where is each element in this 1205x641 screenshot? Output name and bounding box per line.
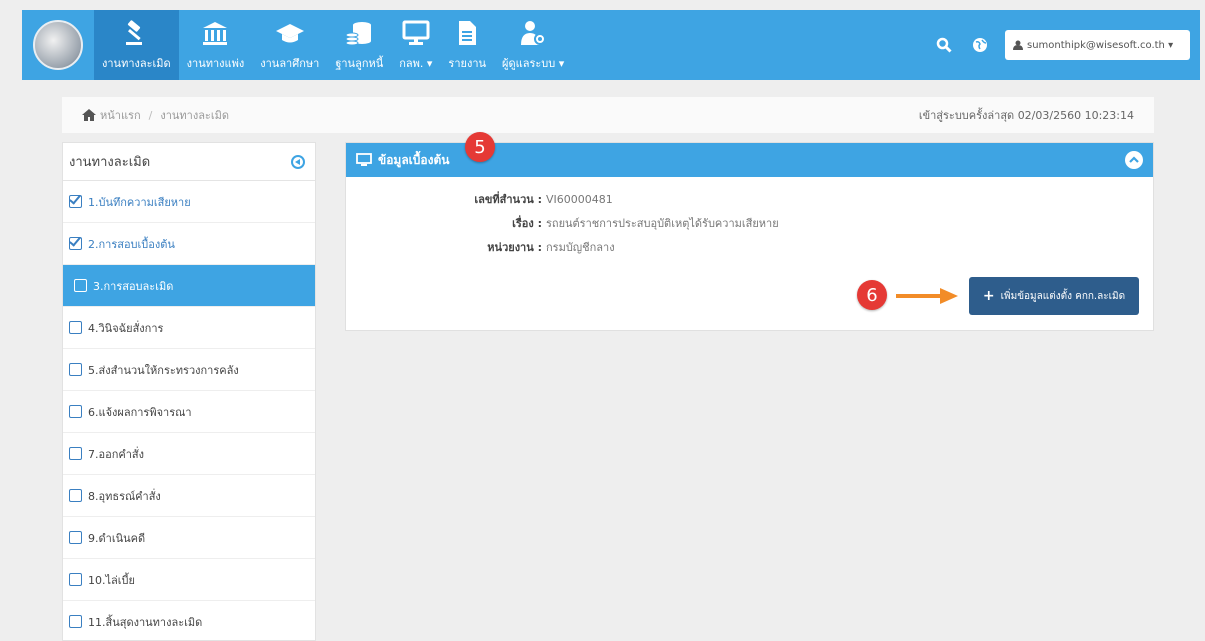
- step-5-badge: 5: [465, 132, 495, 162]
- breadcrumb-home-label: หน้าแรก: [100, 109, 141, 122]
- logo[interactable]: [22, 10, 94, 80]
- sidebar-item-step-8[interactable]: 8.อุทธรณ์คำสั่ง: [63, 475, 315, 517]
- nav-item-klp-dropdown[interactable]: กลพ. ▾: [391, 10, 440, 80]
- info-row-agency: หน่วยงาน : กรมบัญชีกลาง: [346, 235, 1153, 259]
- nav-item-debtor-base[interactable]: ฐานลูกหนี้: [327, 10, 391, 80]
- sidebar-collapse-icon[interactable]: [291, 154, 305, 169]
- nav-label: รายงาน: [448, 57, 487, 70]
- info-key: เลขที่สำนวน :: [474, 193, 542, 206]
- sidebar-item-step-4[interactable]: 4.วินิจฉัยสั่งการ: [63, 307, 315, 349]
- sidebar-item-label: 4.วินิจฉัยสั่งการ: [88, 321, 164, 335]
- user-gear-icon: [519, 18, 547, 48]
- breadcrumb-home[interactable]: หน้าแรก: [82, 106, 141, 124]
- government-seal-icon: [33, 20, 83, 70]
- info-value: VI60000481: [546, 192, 613, 206]
- last-login-text: เข้าสู่ระบบครั้งล่าสุด 02/03/2560 10:23:…: [918, 109, 1134, 122]
- database-coins-icon: [344, 18, 374, 48]
- top-navbar: งานทางละเมิด งานทางแพ่ง งานลาศึกษา ฐานลู…: [22, 10, 1200, 80]
- sidebar-item-step-1[interactable]: 1.บันทึกความเสียหาย: [63, 181, 315, 223]
- checkbox-icon: [74, 279, 87, 292]
- sidebar-item-label: 9.ดำเนินคดี: [88, 531, 146, 545]
- step-6-badge: 6: [857, 280, 887, 310]
- info-key: หน่วยงาน :: [487, 241, 542, 254]
- monitor-icon: [356, 153, 372, 166]
- sidebar-item-label: 2.การสอบเบื้องต้น: [88, 237, 175, 251]
- info-value: กรมบัญชีกลาง: [546, 241, 615, 254]
- checkbox-icon: [69, 321, 82, 334]
- nav-label: ฐานลูกหนี้: [335, 57, 384, 70]
- home-icon: [82, 109, 96, 121]
- info-row-subject: เรื่อง : รถยนต์ราชการประสบอุบัติเหตุได้ร…: [346, 211, 1153, 235]
- nav-item-civil[interactable]: งานทางแพ่ง: [179, 10, 253, 80]
- plus-icon: +: [982, 288, 995, 304]
- sidebar-item-step-6[interactable]: 6.แจ้งผลการพิจารณา: [63, 391, 315, 433]
- panel-title: ข้อมูลเบื้องต้น: [378, 152, 450, 167]
- info-value: รถยนต์ราชการประสบอุบัติเหตุได้รับความเสี…: [546, 217, 779, 230]
- checkbox-icon: [69, 615, 82, 628]
- info-key: เรื่อง :: [512, 217, 542, 230]
- breadcrumb-separator: /: [148, 108, 153, 122]
- monitor-icon: [401, 18, 431, 48]
- bank-icon: [201, 18, 229, 48]
- user-email: sumonthipk@wisesoft.co.th ▾: [1027, 39, 1174, 51]
- sidebar-item-step-2[interactable]: 2.การสอบเบื้องต้น: [63, 223, 315, 265]
- nav-label: งานทางละเมิด: [102, 57, 171, 70]
- gavel-icon: [122, 18, 150, 48]
- checkbox-icon: [69, 447, 82, 460]
- add-committee-button[interactable]: + เพิ่มข้อมูลแต่งตั้ง คกก.ละเมิด: [969, 277, 1139, 315]
- checked-checkbox-icon: [69, 195, 82, 208]
- sidebar-list: 1.บันทึกความเสียหาย 2.การสอบเบื้องต้น 3.กา…: [63, 181, 315, 640]
- sidebar-item-label: 3.การสอบละเมิด: [93, 279, 174, 293]
- sidebar-item-step-11[interactable]: 11.สิ้นสุดงานทางละเมิด: [63, 601, 315, 640]
- nav-label: ผู้ดูแลระบบ ▾: [502, 57, 565, 70]
- sidebar-item-step-5[interactable]: 5.ส่งสำนวนให้กระทรวงการคลัง: [63, 349, 315, 391]
- breadcrumb: หน้าแรก / งานทางละเมิด เข้าสู่ระบบครั้งล…: [62, 97, 1154, 133]
- sidebar-item-label: 8.อุทธรณ์คำสั่ง: [88, 489, 161, 503]
- sidebar-header: งานทางละเมิด: [63, 143, 315, 181]
- sidebar-item-label: 1.บันทึกความเสียหาย: [88, 195, 191, 209]
- nav-item-admin-dropdown[interactable]: ผู้ดูแลระบบ ▾: [494, 10, 572, 80]
- info-row-case-number: เลขที่สำนวน : VI60000481: [346, 187, 1153, 211]
- checkbox-icon: [69, 531, 82, 544]
- user-icon: [1013, 40, 1023, 50]
- checkbox-icon: [69, 363, 82, 376]
- sidebar-item-step-10[interactable]: 10.ไล่เบี้ย: [63, 559, 315, 601]
- nav-label: งานลาศึกษา: [260, 57, 320, 70]
- nav-item-study-leave[interactable]: งานลาศึกษา: [252, 10, 327, 80]
- breadcrumb-current: งานทางละเมิด: [160, 109, 229, 122]
- chevron-up-icon[interactable]: [1125, 151, 1143, 169]
- checked-checkbox-icon: [69, 237, 82, 250]
- checkbox-icon: [69, 405, 82, 418]
- checkbox-icon: [69, 573, 82, 586]
- sidebar-title: งานทางละเมิด: [69, 155, 151, 170]
- sidebar-item-step-7[interactable]: 7.ออกคำสั่ง: [63, 433, 315, 475]
- sidebar-item-step-9[interactable]: 9.ดำเนินคดี: [63, 517, 315, 559]
- nav-label: กลพ. ▾: [399, 57, 433, 70]
- arrow-right-icon: [896, 288, 958, 304]
- nav-label: งานทางแพ่ง: [186, 57, 245, 70]
- globe-icon[interactable]: [969, 34, 991, 56]
- sidebar-item-label: 5.ส่งสำนวนให้กระทรวงการคลัง: [88, 363, 239, 377]
- add-committee-label: เพิ่มข้อมูลแต่งตั้ง คกก.ละเมิด: [1000, 290, 1126, 302]
- sidebar-item-step-3[interactable]: 3.การสอบละเมิด: [63, 265, 315, 307]
- sidebar: งานทางละเมิด 1.บันทึกความเสียหาย 2.การสอบ…: [62, 142, 316, 641]
- nav-item-tort[interactable]: งานทางละเมิด: [94, 10, 179, 80]
- graduation-cap-icon: [275, 18, 305, 48]
- sidebar-item-label: 7.ออกคำสั่ง: [88, 447, 144, 461]
- user-account-dropdown[interactable]: sumonthipk@wisesoft.co.th ▾: [1005, 30, 1190, 60]
- sidebar-item-label: 6.แจ้งผลการพิจารณา: [88, 405, 192, 419]
- checkbox-icon: [69, 489, 82, 502]
- search-icon[interactable]: [933, 34, 955, 56]
- document-icon: [455, 18, 479, 48]
- nav-item-report[interactable]: รายงาน: [440, 10, 494, 80]
- sidebar-item-label: 11.สิ้นสุดงานทางละเมิด: [88, 615, 203, 629]
- sidebar-item-label: 10.ไล่เบี้ย: [88, 573, 135, 587]
